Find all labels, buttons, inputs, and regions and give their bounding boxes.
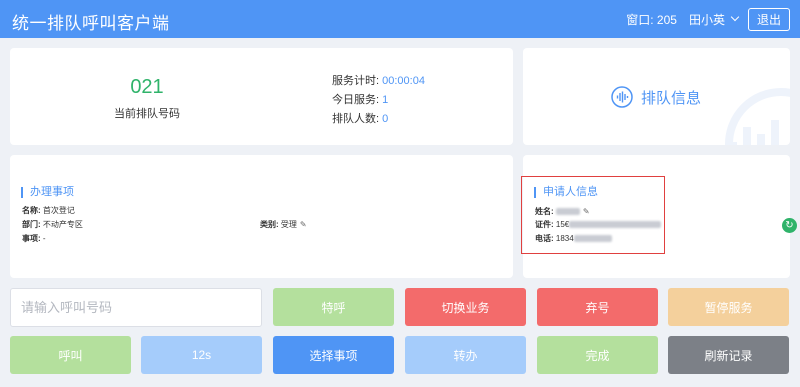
current-queue-number: 021 (130, 76, 164, 98)
header-right: 窗口: 205 田小英 退出 (626, 7, 790, 31)
business-category-field: 类别: 受理 ✎ (260, 220, 307, 229)
queue-info-panel: 排队信息 (523, 48, 790, 145)
queue-info-button[interactable]: 排队信息 (611, 86, 701, 108)
applicant-highlight-box (521, 176, 665, 254)
logout-button[interactable]: 退出 (747, 7, 790, 31)
business-title: 办理事项 (21, 187, 74, 198)
window-info: 窗口: 205 (626, 12, 677, 27)
app-header: 统一排队呼叫客户端 窗口: 205 田小英 退出 (0, 0, 800, 38)
current-queue-panel: 021 当前排队号码 服务计时: 00:00:04 今日服务: 1 排队人数: … (10, 48, 513, 145)
refresh-records-button[interactable]: 刷新记录 (668, 336, 789, 374)
business-category-value: 受理 (280, 220, 297, 229)
complete-button[interactable]: 完成 (537, 336, 658, 374)
business-name-field: 名称: 首次登记 (22, 206, 75, 215)
business-name-value: 首次登记 (42, 206, 75, 215)
queue-info-label: 排队信息 (641, 89, 702, 107)
queue-count-row: 排队人数: 0 (332, 113, 389, 125)
business-dept-value: 不动产专区 (42, 220, 83, 229)
service-stats: 服务计时: 00:00:04 今日服务: 1 排队人数: 0 (332, 72, 425, 129)
queue-deco-graphic (725, 88, 790, 145)
business-item-field: 事项: - (22, 234, 46, 243)
transfer-button[interactable]: 转办 (405, 336, 526, 374)
app-title: 统一排队呼叫客户端 (12, 14, 170, 33)
refresh-float-icon[interactable]: ↻ (782, 218, 797, 233)
service-timer-value: 00:00:04 (382, 75, 425, 87)
service-timer-row: 服务计时: 00:00:04 (332, 75, 425, 87)
today-service-row: 今日服务: 1 (332, 94, 389, 106)
special-call-button[interactable]: 特呼 (273, 288, 394, 326)
business-item-value: - (42, 234, 46, 243)
call-number-input[interactable] (10, 288, 262, 327)
chevron-down-icon (730, 12, 740, 22)
edit-icon[interactable]: ✎ (300, 220, 307, 229)
business-panel: 办理事项 名称: 首次登记 部门: 不动产专区 类别: 受理 ✎ 事项: - (10, 155, 513, 278)
current-queue-label: 当前排队号码 (114, 108, 180, 120)
call-button[interactable]: 呼叫 (10, 336, 131, 374)
user-menu[interactable]: 田小英 (688, 11, 740, 28)
countdown-button[interactable]: 12s (141, 336, 262, 374)
business-dept-field: 部门: 不动产专区 (22, 220, 83, 229)
pause-service-button[interactable]: 暂停服务 (668, 288, 789, 326)
select-item-button[interactable]: 选择事项 (273, 336, 394, 374)
queue-count-value: 0 (382, 113, 389, 125)
switch-business-button[interactable]: 切换业务 (405, 288, 526, 326)
today-service-value: 1 (382, 94, 389, 106)
user-name: 田小英 (688, 12, 725, 27)
voice-wave-icon (611, 86, 633, 108)
abandon-number-button[interactable]: 弃号 (537, 288, 658, 326)
